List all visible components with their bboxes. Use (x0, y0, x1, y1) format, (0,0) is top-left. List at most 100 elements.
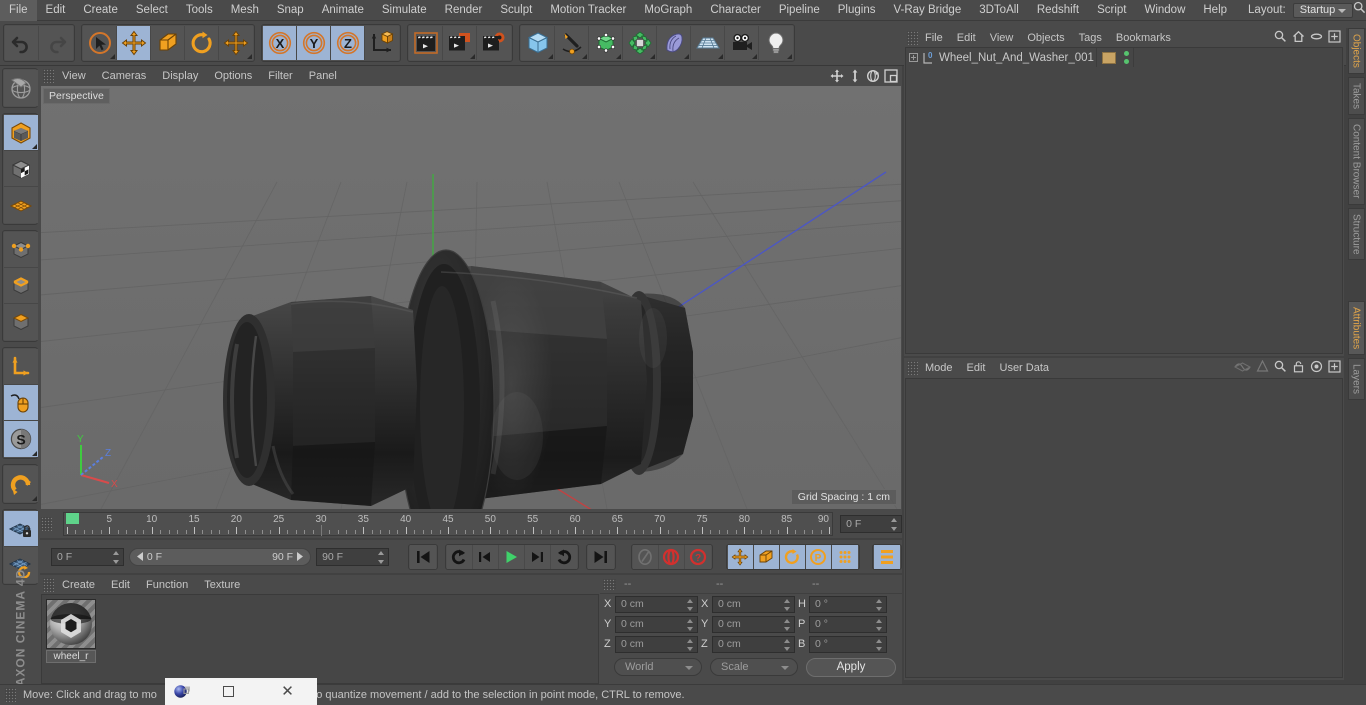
plus-box-icon[interactable] (1328, 360, 1341, 378)
rotation-p-stepper[interactable] (876, 618, 883, 631)
menu-item-redshift[interactable]: Redshift (1028, 0, 1088, 21)
close-button[interactable]: ✕ (258, 678, 317, 705)
menu-item-plugins[interactable]: Plugins (829, 0, 885, 21)
add-generator-button[interactable] (589, 26, 623, 60)
lock-icon[interactable] (1292, 360, 1305, 378)
object-tree[interactable]: 0 Wheel_Nut_And_Washer_001 (905, 47, 1343, 354)
rotation-h-stepper[interactable] (876, 598, 883, 611)
menu-item-select[interactable]: Select (127, 0, 177, 21)
texture-axis-mode-button[interactable] (4, 187, 38, 223)
object-menu-objects[interactable]: Objects (1020, 32, 1071, 44)
lock-y-axis-button[interactable]: Y (297, 26, 331, 60)
size-y-stepper[interactable] (784, 618, 791, 631)
add-light-button[interactable] (759, 26, 793, 60)
rotation-h-field[interactable]: 0 ° (809, 595, 887, 613)
texture-mode-button[interactable] (4, 151, 38, 187)
menu-item-simulate[interactable]: Simulate (373, 0, 436, 21)
timeline-mode-button[interactable] (873, 544, 900, 569)
object-menu-bookmarks[interactable]: Bookmarks (1109, 32, 1178, 44)
timeline-ruler[interactable]: 051015202530354045505560657075808590 (63, 512, 834, 536)
object-visibility-dots[interactable] (1124, 51, 1129, 64)
attribute-content-area[interactable] (905, 378, 1343, 678)
size-x-stepper[interactable] (784, 598, 791, 611)
material-thumbnail[interactable] (46, 599, 96, 649)
make-editable-button[interactable] (4, 70, 38, 106)
rotation-b-field[interactable]: 0 ° (809, 635, 887, 653)
menu-item-create[interactable]: Create (74, 0, 127, 21)
size-z-field[interactable]: 0 cm (712, 635, 795, 653)
menu-item-3dtoall[interactable]: 3DToAll (970, 0, 1028, 21)
live-selection-tool[interactable] (83, 26, 117, 60)
scale-tool[interactable] (151, 26, 185, 60)
render-to-picture-viewer-button[interactable] (443, 26, 477, 60)
attribute-menu-user-data[interactable]: User Data (993, 362, 1057, 374)
menu-item-sculpt[interactable]: Sculpt (491, 0, 541, 21)
coordinate-system-select[interactable]: World (614, 658, 702, 676)
position-x-field[interactable]: 0 cm (615, 595, 698, 613)
viewport-menu-options[interactable]: Options (206, 70, 260, 82)
key-rotation-button[interactable] (779, 544, 806, 569)
perspective-viewport[interactable]: Perspective Grid Spacing : 1 cm Y X Z (41, 86, 901, 509)
redo-button[interactable] (39, 26, 73, 60)
cone-icon[interactable] (1256, 359, 1269, 378)
object-menu-tags[interactable]: Tags (1072, 32, 1109, 44)
menu-item-script[interactable]: Script (1088, 0, 1135, 21)
autokey-button[interactable] (632, 544, 659, 569)
layout-select[interactable]: Startup (1292, 2, 1353, 18)
play-forward-button[interactable] (498, 544, 525, 569)
transport-frame-stepper[interactable] (112, 550, 120, 564)
menu-item-motion-tracker[interactable]: Motion Tracker (541, 0, 635, 21)
search-icon[interactable] (1353, 1, 1366, 19)
object-menu-view[interactable]: View (983, 32, 1021, 44)
tab-structure[interactable]: Structure (1347, 207, 1365, 261)
model-mode-button[interactable] (4, 115, 38, 151)
viewport-menu-view[interactable]: View (54, 70, 94, 82)
object-tag-swatch[interactable] (1102, 51, 1116, 64)
global-move-tool[interactable] (219, 26, 253, 60)
scale-snap-button[interactable]: S (4, 421, 38, 457)
menu-item-render[interactable]: Render (436, 0, 492, 21)
add-floor-button[interactable] (691, 26, 725, 60)
position-y-stepper[interactable] (687, 618, 694, 631)
menu-item-help[interactable]: Help (1194, 0, 1236, 21)
plus-box-icon[interactable] (1328, 30, 1341, 48)
lock-x-axis-button[interactable]: X (263, 26, 297, 60)
orbit-icon[interactable] (865, 68, 880, 84)
maximize-viewport-icon[interactable] (883, 68, 898, 84)
target-icon[interactable] (1310, 360, 1323, 378)
rotate-tool[interactable] (185, 26, 219, 60)
viewport-solo-button[interactable] (4, 385, 38, 421)
attribute-manager-gripper[interactable] (907, 360, 918, 375)
menu-item-pipeline[interactable]: Pipeline (770, 0, 829, 21)
go-to-end-button[interactable] (587, 544, 614, 569)
add-bend-button[interactable] (657, 26, 691, 60)
render-view-button[interactable] (409, 26, 443, 60)
material-menu-edit[interactable]: Edit (103, 579, 138, 591)
add-camera-button[interactable] (725, 26, 759, 60)
world-object-coordinates-button[interactable] (365, 26, 399, 60)
add-cube-button[interactable] (521, 26, 555, 60)
size-z-stepper[interactable] (784, 638, 791, 651)
position-y-field[interactable]: 0 cm (615, 615, 698, 633)
menu-item-vray-bridge[interactable]: V-Ray Bridge (884, 0, 970, 21)
material-menu-gripper[interactable] (43, 577, 54, 592)
object-manager-gripper[interactable] (907, 30, 918, 45)
step-back-button[interactable] (472, 544, 499, 569)
add-deformer-button[interactable] (623, 26, 657, 60)
search-icon[interactable] (1274, 30, 1287, 48)
home-icon[interactable] (1292, 30, 1305, 48)
viewport-menu-gripper[interactable] (43, 69, 54, 83)
menu-item-tools[interactable]: Tools (177, 0, 222, 21)
current-frame-field[interactable]: 0 F (840, 515, 902, 533)
size-y-field[interactable]: 0 cm (712, 615, 795, 633)
key-pla-button[interactable] (831, 544, 858, 569)
restore-button[interactable] (199, 678, 258, 705)
attribute-menu-edit[interactable]: Edit (960, 362, 993, 374)
position-x-stepper[interactable] (687, 598, 694, 611)
end-frame-stepper[interactable] (377, 550, 385, 564)
transform-mode-select[interactable]: Scale (710, 658, 798, 676)
coordinates-gripper[interactable] (603, 578, 616, 590)
tab-layers[interactable]: Layers (1347, 358, 1365, 401)
position-z-field[interactable]: 0 cm (615, 635, 698, 653)
menu-item-character[interactable]: Character (701, 0, 770, 21)
